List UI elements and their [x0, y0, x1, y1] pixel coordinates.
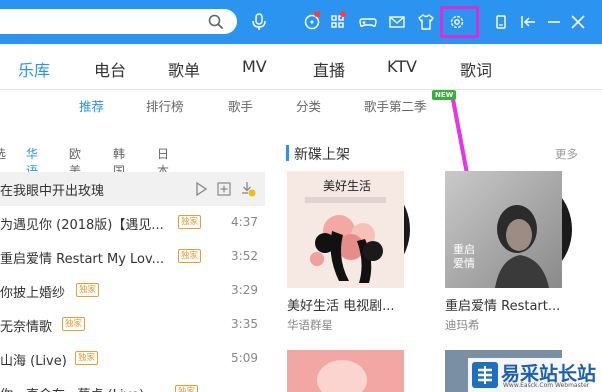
subnav-recommend[interactable]: 推荐 [79, 96, 104, 115]
main-nav: 乐库 电台 歌单 MV 直播 KTV 歌词 [0, 44, 602, 90]
song-duration: 4:37 [231, 215, 258, 229]
album-cover-title: 重启 爱情 [453, 243, 475, 270]
minimize-icon[interactable] [544, 12, 564, 32]
song-title[interactable]: 在我眼中开出玫瑰 [0, 180, 104, 199]
section-accent-bar [286, 145, 289, 161]
new-badge: NEW [432, 90, 457, 100]
song-row[interactable]: 为遇见你 (2018版)【遇见... 独家 4:37 [0, 206, 265, 240]
album-cover-title: 美好生活 [323, 179, 372, 193]
song-row[interactable]: 山海 (Live) 独家 5:09 [0, 342, 265, 376]
search-icon[interactable] [207, 13, 225, 31]
tab-ktv[interactable]: KTV [387, 57, 417, 76]
exclusive-tag: 独家 [75, 351, 99, 365]
album-card[interactable]: 美好生活 美好生活 电视剧... 华语群星 [287, 171, 417, 336]
song-title[interactable]: 无奈情歌 [0, 316, 52, 335]
close-icon[interactable] [568, 12, 588, 32]
settings-icon[interactable] [447, 12, 467, 32]
search-box[interactable] [0, 9, 237, 34]
subnav-charts[interactable]: 排行榜 [146, 96, 184, 115]
watermark-url: Www.Easck.Com Webmaster [503, 382, 590, 389]
song-duration: 3:35 [231, 317, 258, 331]
album-card[interactable]: 重启 爱情 重启爱情 Restart... 迪玛希 [445, 171, 580, 336]
album-name[interactable]: 重启爱情 Restart... [445, 295, 560, 314]
download-icon[interactable] [240, 181, 256, 197]
subnav-singer-season2[interactable]: 歌手第二季 [364, 96, 427, 115]
minimize-to-tray-icon[interactable] [518, 12, 538, 32]
album-artist[interactable]: 迪玛希 [445, 317, 480, 333]
mini-mode-icon[interactable] [491, 12, 511, 32]
album-cover[interactable]: 重启 爱情 [445, 171, 562, 288]
song-title[interactable]: 山海 (Live) [0, 350, 67, 369]
song-row[interactable]: 重启爱情 Restart My Lov... 独家 3:52 [0, 240, 265, 274]
add-icon[interactable] [216, 181, 232, 197]
song-duration: 3:52 [231, 249, 258, 263]
notification-dot [340, 11, 346, 17]
watermark-logo-icon [472, 362, 498, 388]
exclusive-tag: 独家 [62, 317, 86, 331]
song-duration: 3:29 [231, 283, 258, 297]
song-title[interactable]: 重启爱情 Restart My Lov... [0, 248, 164, 267]
song-title[interactable]: 为遇见你 (2018版)【遇见... [0, 214, 164, 233]
album-name[interactable]: 美好生活 电视剧... [287, 295, 395, 314]
song-title[interactable]: 你披上婚纱 [0, 282, 65, 301]
tab-mv[interactable]: MV [242, 57, 267, 76]
song-duration: 5:09 [231, 351, 258, 365]
tab-radio[interactable]: 电台 [94, 57, 126, 81]
song-row[interactable]: 你一直会在 · 蔡卓 (Live) 独家 [0, 376, 265, 392]
song-row[interactable]: 无奈情歌 独家 3:35 [0, 308, 265, 342]
more-link[interactable]: 更多 [555, 146, 578, 162]
exclusive-tag: 独家 [178, 249, 202, 263]
title-bar [0, 0, 602, 44]
exclusive-tag: 独家 [175, 385, 199, 392]
skin-icon[interactable] [416, 12, 436, 32]
notification-dot [314, 11, 320, 17]
tab-live[interactable]: 直播 [313, 57, 345, 81]
tab-playlists[interactable]: 歌单 [168, 57, 200, 81]
tab-lyrics[interactable]: 歌词 [460, 57, 492, 81]
gamepad-icon[interactable] [358, 12, 378, 32]
play-icon[interactable] [193, 181, 209, 197]
exclusive-tag: 独家 [178, 215, 202, 229]
album-cover[interactable] [287, 350, 404, 392]
mail-icon[interactable] [387, 12, 407, 32]
mic-icon[interactable] [250, 12, 268, 32]
sub-nav: 推荐 排行榜 歌手 分类 歌手第二季 NEW [0, 90, 602, 120]
song-row[interactable]: 在我眼中开出玫瑰 [0, 172, 265, 206]
song-title[interactable]: 你一直会在 · 蔡卓 (Live) [0, 384, 144, 392]
song-row[interactable]: 你披上婚纱 独家 3:29 [0, 274, 265, 308]
subnav-singers[interactable]: 歌手 [228, 96, 253, 115]
lang-tab-featured[interactable]: 选 [0, 145, 6, 162]
watermark: 易采站长站 Www.Easck.Com Webmaster [468, 358, 602, 392]
album-cover[interactable]: 美好生活 [287, 171, 404, 288]
album-artist[interactable]: 华语群星 [287, 317, 333, 333]
exclusive-tag: 独家 [76, 283, 100, 297]
tab-library[interactable]: 乐库 [18, 57, 50, 81]
section-title: 新碟上架 [294, 147, 350, 163]
subnav-categories[interactable]: 分类 [296, 96, 321, 115]
